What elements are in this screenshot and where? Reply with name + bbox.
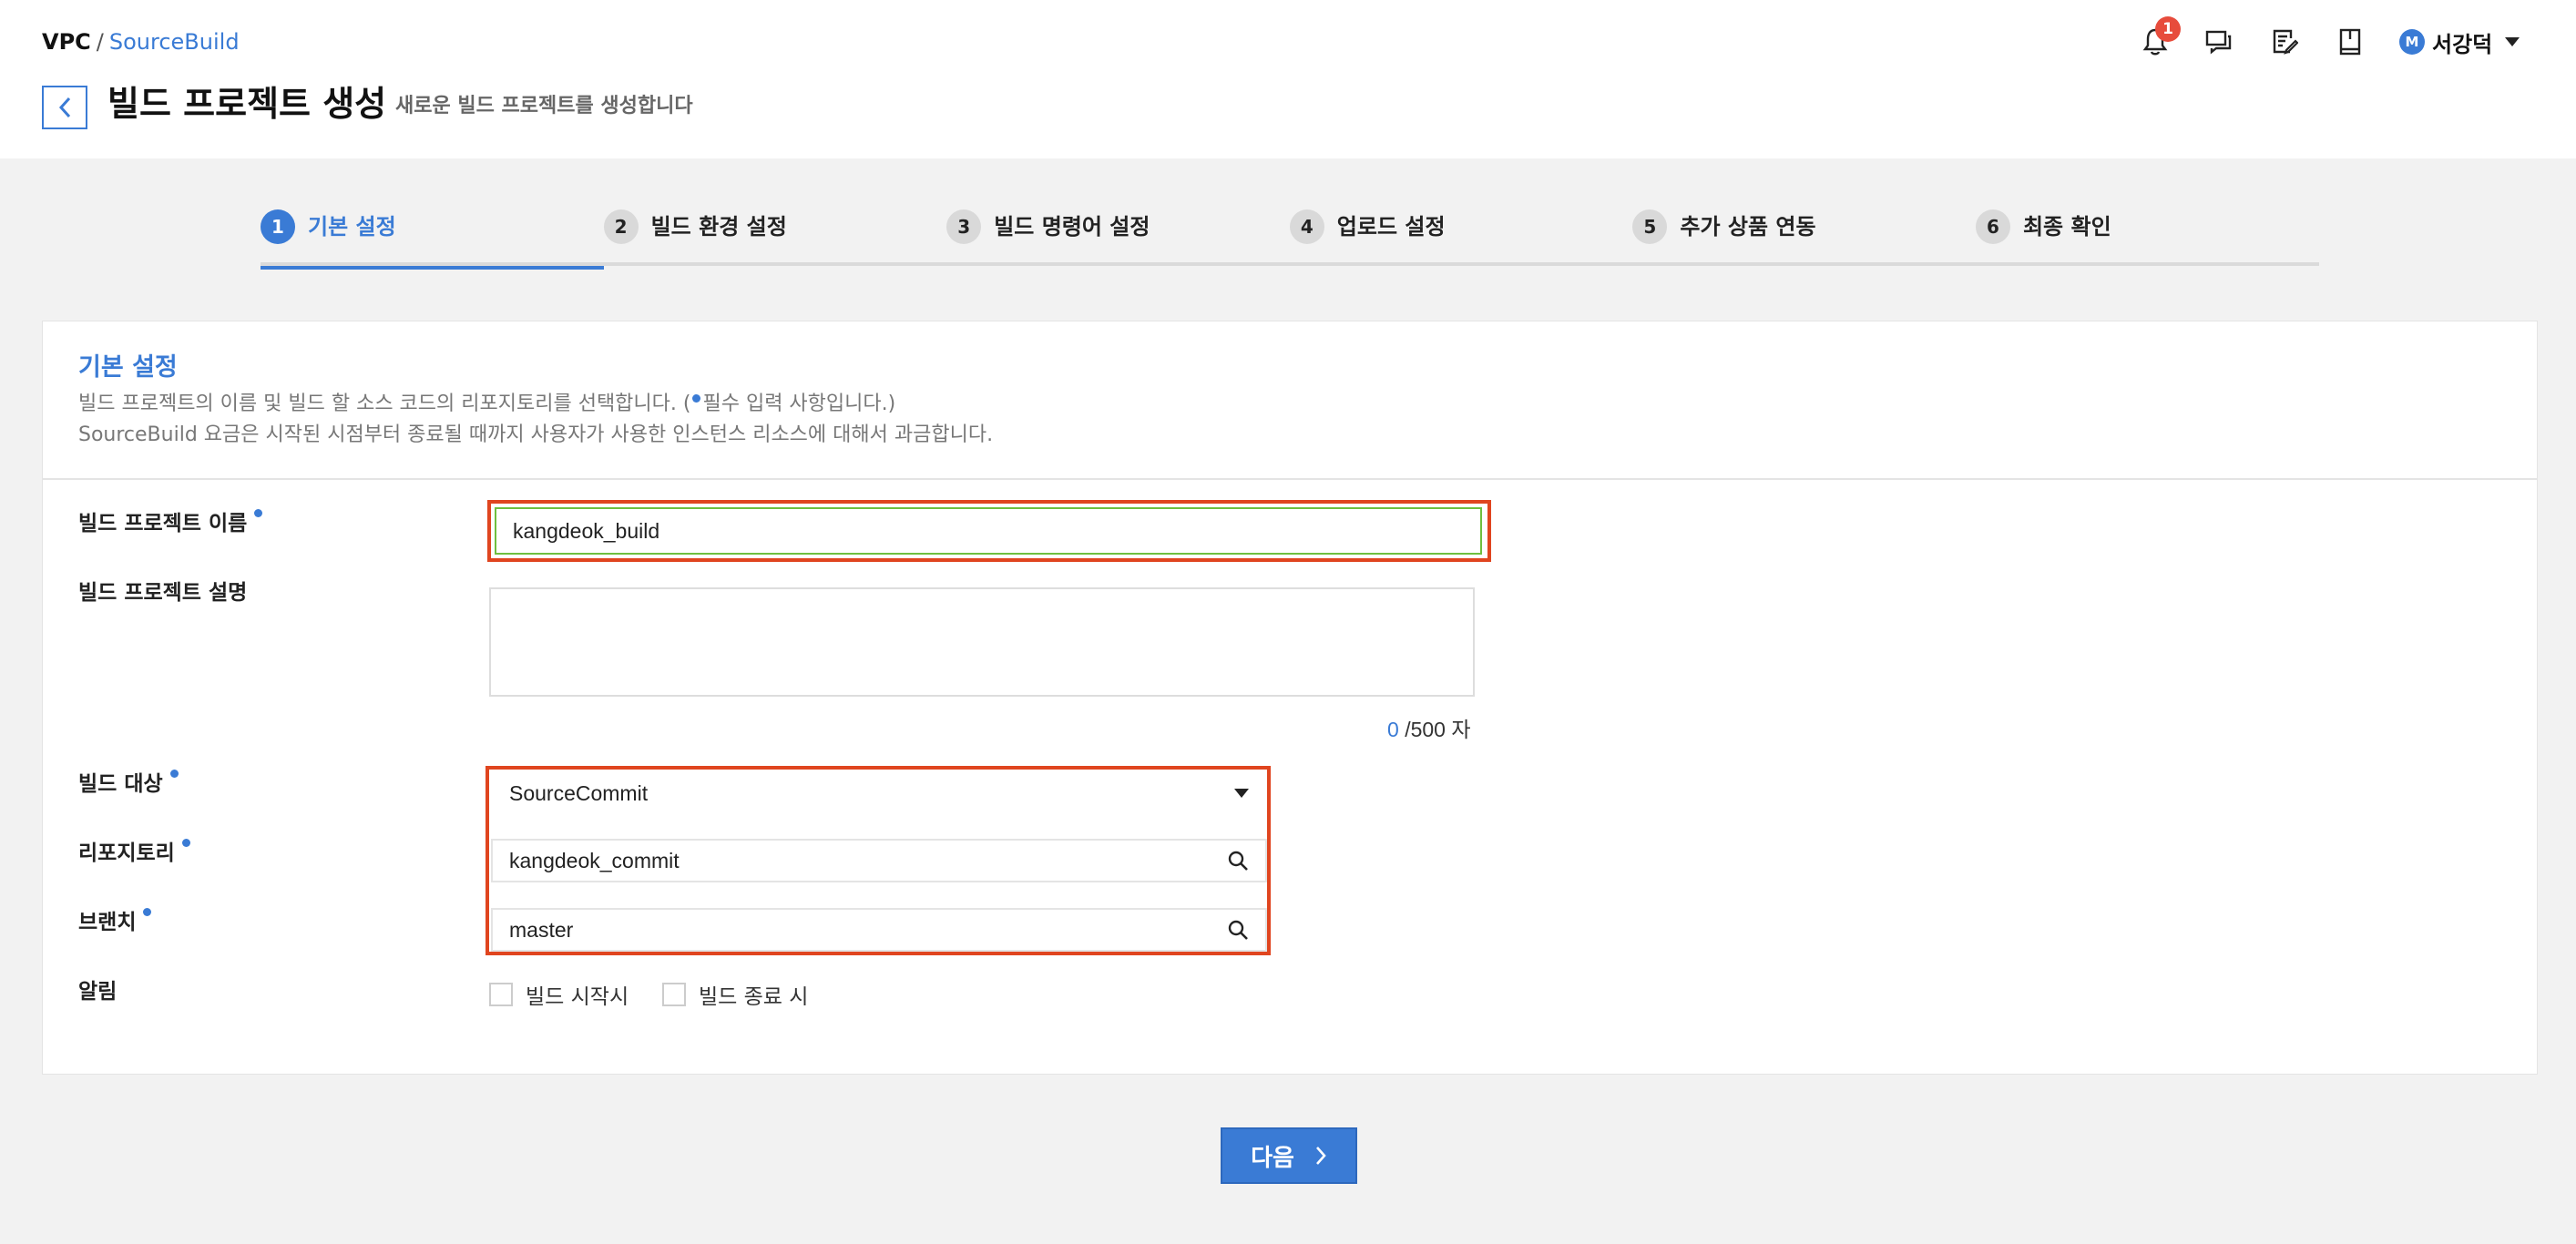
search-icon[interactable] bbox=[1227, 919, 1249, 941]
page-subtitle: 새로운 빌드 프로젝트를 생성합니다 bbox=[395, 95, 693, 117]
billing-description: SourceBuild 요금은 시작된 시점부터 종료될 때까지 사용자가 사용… bbox=[78, 423, 994, 446]
label-text: 빌드 대상 bbox=[78, 772, 163, 796]
chevron-left-icon bbox=[58, 97, 71, 118]
project-description-label: 빌드 프로젝트 설명 bbox=[78, 581, 248, 605]
selected-value: SourceCommit bbox=[509, 780, 649, 805]
step-number: 3 bbox=[946, 209, 982, 244]
checkbox-box[interactable] bbox=[662, 983, 686, 1006]
character-count: 0 bbox=[1387, 718, 1399, 741]
label-text: 빌드 프로젝트 이름 bbox=[78, 512, 248, 535]
notification-badge: 1 bbox=[2155, 16, 2181, 42]
branch-label: 브랜치 bbox=[78, 908, 152, 937]
branch-search-field[interactable]: master bbox=[491, 908, 1267, 952]
step-indicator: 1 기본 설정 2 빌드 환경 설정 3 빌드 명령어 설정 4 업로드 설정 … bbox=[261, 209, 2319, 270]
step-number: 2 bbox=[603, 209, 639, 244]
required-dot-icon bbox=[143, 908, 152, 916]
step-label: 빌드 명령어 설정 bbox=[994, 214, 1150, 240]
top-header: VPC / SourceBuild 빌드 프로젝트 생성 새로운 빌드 프로젝트를 … bbox=[0, 0, 2576, 158]
breadcrumb-root[interactable]: VPC bbox=[42, 29, 91, 55]
required-dot-icon bbox=[169, 770, 179, 778]
breadcrumb-current[interactable]: SourceBuild bbox=[109, 29, 240, 55]
memo-button[interactable] bbox=[2266, 24, 2303, 60]
breadcrumb-separator: / bbox=[96, 29, 104, 55]
label-text: 브랜치 bbox=[78, 911, 137, 934]
chevron-right-icon bbox=[1315, 1147, 1326, 1165]
caret-down-icon bbox=[1234, 789, 1249, 798]
character-limit: /500 자 bbox=[1405, 718, 1471, 741]
page-title: 빌드 프로젝트 생성 bbox=[107, 84, 387, 124]
guide-button[interactable] bbox=[2332, 24, 2368, 60]
avatar: M bbox=[2399, 29, 2425, 55]
checkbox-label: 빌드 종료 시 bbox=[699, 985, 809, 1009]
step-label: 추가 상품 연동 bbox=[1680, 214, 1816, 240]
required-dot-icon bbox=[181, 839, 190, 847]
user-name: 서강덕 bbox=[2432, 31, 2493, 57]
step-build-commands[interactable]: 3 빌드 명령어 설정 bbox=[946, 209, 1290, 266]
required-dot-icon bbox=[254, 509, 263, 517]
step-additional-products[interactable]: 5 추가 상품 연동 bbox=[1632, 209, 1976, 266]
step-number: 6 bbox=[1975, 209, 2010, 244]
step-label: 업로드 설정 bbox=[1336, 214, 1446, 240]
section-description: 빌드 프로젝트의 이름 및 빌드 할 소스 코드의 리포지토리를 선택합니다. … bbox=[78, 391, 895, 418]
back-button[interactable] bbox=[42, 86, 87, 129]
checkbox-label: 빌드 시작시 bbox=[526, 985, 629, 1009]
step-number: 4 bbox=[1289, 209, 1324, 244]
step-final-review[interactable]: 6 최종 확인 bbox=[1975, 209, 2319, 266]
caret-down-icon bbox=[2505, 37, 2520, 46]
notify-on-start-checkbox[interactable]: 빌드 시작시 bbox=[489, 979, 629, 1010]
step-upload-settings[interactable]: 4 업로드 설정 bbox=[1289, 209, 1633, 266]
user-menu[interactable]: M 서강덕 bbox=[2399, 24, 2520, 60]
notification-label: 알림 bbox=[78, 980, 118, 1004]
section-header: 기본 설정 빌드 프로젝트의 이름 및 빌드 할 소스 코드의 리포지토리를 선… bbox=[43, 321, 2537, 480]
basic-settings-panel: 기본 설정 빌드 프로젝트의 이름 및 빌드 할 소스 코드의 리포지토리를 선… bbox=[42, 321, 2538, 1075]
memo-icon bbox=[2273, 29, 2298, 55]
project-name-input[interactable]: kangdeok_build bbox=[495, 507, 1482, 555]
label-text: 리포지토리 bbox=[78, 841, 175, 865]
repository-search-field[interactable]: kangdeok_commit bbox=[491, 839, 1267, 882]
step-number: 5 bbox=[1632, 209, 1668, 244]
description-text: 필수 입력 사항입니다.) bbox=[702, 393, 896, 415]
step-label: 기본 설정 bbox=[308, 214, 396, 240]
checkbox-box[interactable] bbox=[489, 983, 513, 1006]
chat-icon bbox=[2205, 30, 2232, 55]
build-target-label: 빌드 대상 bbox=[78, 770, 179, 799]
field-value: master bbox=[509, 917, 574, 942]
required-dot-icon bbox=[692, 394, 701, 403]
step-label: 빌드 환경 설정 bbox=[650, 214, 787, 240]
step-build-environment[interactable]: 2 빌드 환경 설정 bbox=[603, 209, 947, 266]
search-icon[interactable] bbox=[1227, 850, 1249, 872]
project-name-label: 빌드 프로젝트 이름 bbox=[78, 509, 263, 538]
next-button[interactable]: 다음 bbox=[1221, 1127, 1357, 1184]
chat-button[interactable] bbox=[2201, 24, 2237, 60]
character-counter: 0 /500 자 bbox=[1387, 715, 1471, 744]
next-button-label: 다음 bbox=[1251, 1144, 1294, 1172]
breadcrumb: VPC / SourceBuild bbox=[42, 27, 240, 56]
description-text: 빌드 프로젝트의 이름 및 빌드 할 소스 코드의 리포지토리를 선택합니다. … bbox=[78, 393, 691, 415]
repository-label: 리포지토리 bbox=[78, 839, 190, 868]
field-value: kangdeok_commit bbox=[509, 848, 680, 872]
section-title: 기본 설정 bbox=[78, 353, 178, 382]
step-label: 최종 확인 bbox=[2022, 214, 2111, 240]
step-number: 1 bbox=[261, 209, 295, 244]
project-description-textarea[interactable] bbox=[489, 587, 1475, 697]
book-icon bbox=[2339, 28, 2361, 56]
notify-on-end-checkbox[interactable]: 빌드 종료 시 bbox=[662, 979, 808, 1010]
build-target-select[interactable]: SourceCommit bbox=[491, 771, 1267, 815]
step-basic-settings[interactable]: 1 기본 설정 bbox=[261, 209, 604, 270]
